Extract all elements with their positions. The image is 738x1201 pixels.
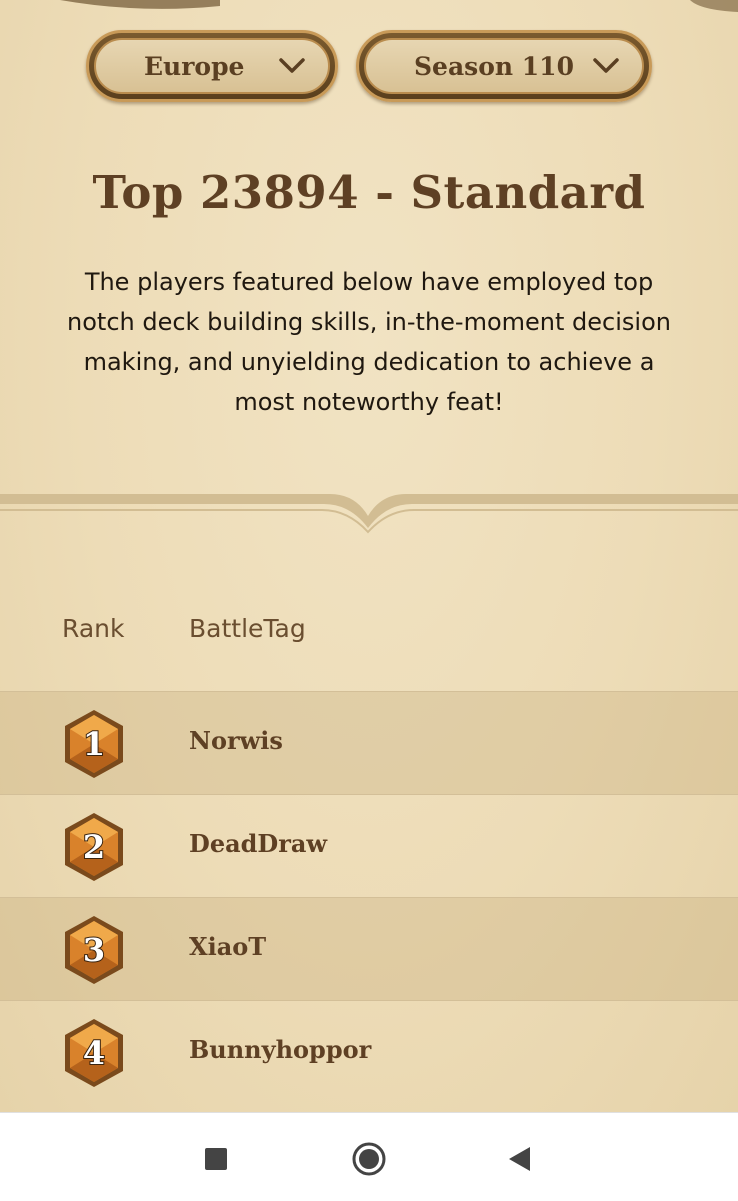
back-triangle-icon[interactable]: [500, 1139, 540, 1179]
rank-number: 2: [83, 828, 105, 866]
rank-badge-icon: 3: [65, 916, 123, 984]
section-divider: [0, 494, 738, 534]
season-dropdown-label: Season 110: [414, 51, 574, 81]
rank-number: 3: [83, 931, 105, 969]
android-navigation-bar: [0, 1112, 738, 1201]
chevron-down-icon: [279, 58, 305, 73]
rank-column-header: Rank: [62, 614, 125, 643]
battletag-name: XiaoT: [189, 932, 267, 961]
region-dropdown[interactable]: Europe: [86, 30, 338, 102]
battletag-name: Norwis: [189, 726, 283, 755]
battletag-column-header: BattleTag: [189, 614, 306, 643]
chevron-down-icon: [593, 58, 619, 73]
rank-badge-icon: 4: [65, 1019, 123, 1087]
battletag-name: DeadDraw: [189, 829, 328, 858]
recents-square-icon[interactable]: [196, 1139, 236, 1179]
battletag-name: Bunnyhoppor: [189, 1035, 372, 1064]
rank-badge-icon: 1: [65, 710, 123, 778]
home-circle-icon[interactable]: [349, 1139, 389, 1179]
table-row[interactable]: 1 Norwis: [0, 691, 738, 794]
page-title: Top 23894 - Standard: [92, 166, 646, 219]
table-row[interactable]: 2 DeadDraw: [0, 794, 738, 897]
rank-number: 1: [83, 725, 105, 763]
table-row[interactable]: 4 Bunnyhoppor: [0, 1000, 738, 1106]
rank-number: 4: [83, 1034, 105, 1072]
season-dropdown[interactable]: Season 110: [356, 30, 652, 102]
leaderboard-description: The players featured below have employed…: [67, 268, 671, 416]
top-ornament: [60, 0, 738, 12]
rank-badge-icon: 2: [65, 813, 123, 881]
table-row[interactable]: 3 XiaoT: [0, 897, 738, 1000]
region-dropdown-label: Europe: [144, 51, 245, 81]
